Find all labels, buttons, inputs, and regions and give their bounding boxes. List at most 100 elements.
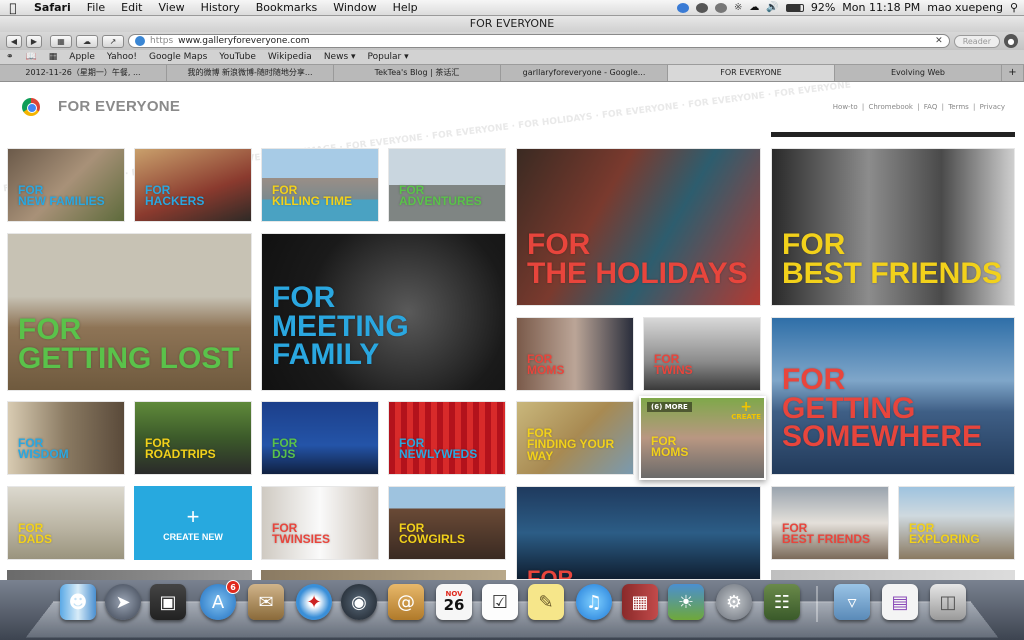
bookmark-google-maps[interactable]: Google Maps bbox=[149, 52, 207, 62]
time-machine-icon[interactable] bbox=[714, 2, 727, 13]
menu-view[interactable]: View bbox=[150, 1, 192, 14]
tab-google-search[interactable]: garllaryforeveryone - Google... bbox=[501, 65, 668, 81]
tile-city-night[interactable]: FOR bbox=[516, 486, 761, 580]
user-icon[interactable] bbox=[695, 2, 708, 13]
create-new-button[interactable]: + CREATE NEW bbox=[134, 486, 252, 560]
bookmarks-icon[interactable]: 📖 bbox=[26, 52, 37, 62]
tile-dads[interactable]: FOR DADS bbox=[7, 486, 125, 560]
bookmark-apple[interactable]: Apple bbox=[69, 52, 95, 62]
volume-icon[interactable]: 🔊 bbox=[766, 2, 778, 13]
tile-moms-1[interactable]: FOR MOMS bbox=[516, 317, 634, 391]
iphoto-icon[interactable]: ☀ bbox=[668, 584, 704, 620]
trash-icon[interactable]: ◫ bbox=[930, 584, 966, 620]
tile-hackers[interactable]: FOR HACKERS bbox=[134, 148, 252, 222]
apple-logo-icon[interactable]:  bbox=[0, 1, 26, 15]
wifi-icon[interactable]: ☁ bbox=[749, 2, 759, 13]
share-icon[interactable]: ↗ bbox=[102, 34, 124, 48]
forward-icon[interactable]: ▶ bbox=[26, 34, 42, 48]
bookmark-yahoo[interactable]: Yahoo! bbox=[107, 52, 137, 62]
tile-adventures[interactable]: FOR ADVENTURES bbox=[388, 148, 506, 222]
tile-holidays[interactable]: FOR THE HOLIDAYS bbox=[516, 148, 761, 306]
icloud-icon[interactable]: ☁ bbox=[76, 34, 98, 48]
tile-twinsies[interactable]: FOR TWINSIES bbox=[261, 486, 379, 560]
tab-tektea[interactable]: TekTea's Blog | 茶话汇 bbox=[334, 65, 501, 81]
tile-best-friends-large[interactable]: FOR BEST FRIENDS bbox=[771, 148, 1015, 306]
chrome-logo-icon[interactable] bbox=[22, 98, 40, 116]
tile-moms-2[interactable]: (6) MORE + CREATE FOR MOMS bbox=[639, 396, 766, 480]
menu-bookmarks[interactable]: Bookmarks bbox=[248, 1, 325, 14]
tab-evolving-web[interactable]: Evolving Web bbox=[835, 65, 1002, 81]
bookmark-youtube[interactable]: YouTube bbox=[219, 52, 256, 62]
tile-djs[interactable]: FOR DJS bbox=[261, 401, 379, 475]
more-count-label[interactable]: (6) MORE bbox=[647, 402, 692, 412]
nav-chromebook[interactable]: Chromebook bbox=[868, 103, 913, 111]
tile-newlyweds[interactable]: FOR NEWLYWEDS bbox=[388, 401, 506, 475]
create-button-mini[interactable]: + CREATE bbox=[731, 400, 761, 421]
tab-weibo[interactable]: 我的微博 新浪微博-随时随地分享... bbox=[167, 65, 334, 81]
contacts-icon[interactable]: @ bbox=[388, 584, 424, 620]
tile-new-families[interactable]: FOR NEW FAMILIES bbox=[7, 148, 125, 222]
mail-icon[interactable]: ✉ bbox=[248, 584, 284, 620]
tab-lunch[interactable]: 2012-11-26（星期一）午餐, ... bbox=[0, 65, 167, 81]
downloads-stack-icon[interactable]: ▿ bbox=[834, 584, 870, 620]
tile-cowgirls[interactable]: FOR COWGIRLS bbox=[388, 486, 506, 560]
tile-peek bbox=[7, 570, 252, 580]
back-icon[interactable]: ◀ bbox=[6, 34, 22, 48]
documents-stack-icon[interactable]: ▤ bbox=[882, 584, 918, 620]
site-title[interactable]: FOR EVERYONE bbox=[58, 98, 180, 115]
address-bar[interactable]: https www.galleryforeveryone.com ✕ bbox=[128, 34, 950, 48]
system-preferences-icon[interactable]: ⚙ bbox=[716, 584, 752, 620]
bluetooth-icon[interactable]: ※ bbox=[734, 2, 742, 13]
sidebar-icon[interactable]: ▦ bbox=[50, 34, 72, 48]
notes-icon[interactable]: ✎ bbox=[528, 584, 564, 620]
menu-file[interactable]: File bbox=[79, 1, 113, 14]
user-name[interactable]: mao xuepeng bbox=[927, 1, 1003, 14]
nav-privacy[interactable]: Privacy bbox=[980, 103, 1005, 111]
tile-killing-time[interactable]: FOR KILLING TIME bbox=[261, 148, 379, 222]
menu-history[interactable]: History bbox=[193, 1, 248, 14]
bookmark-news[interactable]: News ▾ bbox=[324, 52, 356, 62]
url-text[interactable]: www.galleryforeveryone.com bbox=[178, 36, 309, 46]
photo-stack-icon[interactable]: ▦ bbox=[622, 584, 658, 620]
menu-help[interactable]: Help bbox=[385, 1, 426, 14]
launchpad-icon[interactable]: ➤ bbox=[105, 584, 141, 620]
tile-roadtrips[interactable]: FOR ROADTRIPS bbox=[134, 401, 252, 475]
itunes-icon[interactable]: ♫ bbox=[576, 584, 612, 620]
tile-getting-lost[interactable]: FOR GETTING LOST bbox=[7, 233, 252, 391]
tab-for-everyone[interactable]: FOR EVERYONE bbox=[668, 65, 835, 81]
facetime-icon[interactable]: ◉ bbox=[341, 584, 377, 620]
reminders-icon[interactable]: ☑ bbox=[482, 584, 518, 620]
download-icon[interactable]: ● bbox=[1004, 34, 1018, 48]
tile-twins[interactable]: FOR TWINS bbox=[643, 317, 761, 391]
bookmark-wikipedia[interactable]: Wikipedia bbox=[268, 52, 312, 62]
tile-exploring[interactable]: FOR EXPLORING bbox=[898, 486, 1015, 560]
clear-icon[interactable]: ✕ bbox=[935, 36, 943, 46]
safari-icon[interactable]: ✦ bbox=[296, 584, 332, 620]
photo-booth-icon[interactable]: ▣ bbox=[150, 584, 186, 620]
tile-wisdom[interactable]: FOR WISDOM bbox=[7, 401, 125, 475]
nav-how-to[interactable]: How-to bbox=[833, 103, 858, 111]
nav-terms[interactable]: Terms bbox=[948, 103, 969, 111]
calendar-icon[interactable]: NOV 26 bbox=[436, 584, 472, 620]
reading-list-icon[interactable]: ⚭ bbox=[6, 52, 14, 62]
app-store-icon[interactable]: A 6 bbox=[200, 580, 240, 620]
sync-icon[interactable] bbox=[676, 2, 689, 13]
nav-faq[interactable]: FAQ bbox=[924, 103, 938, 111]
reader-button[interactable]: Reader bbox=[953, 34, 1000, 48]
dictionary-icon[interactable]: ☷ bbox=[764, 584, 800, 620]
battery-icon[interactable] bbox=[785, 3, 804, 12]
dock: ☻ ➤ ▣ A 6 ✉ ✦ ◉ @ NOV 26 ☑ ✎ ♫ ▦ ☀ ⚙ ☷ ▿… bbox=[0, 580, 1024, 640]
menu-window[interactable]: Window bbox=[325, 1, 384, 14]
top-sites-icon[interactable]: ▦ bbox=[49, 52, 58, 62]
spotlight-icon[interactable]: ⚲ bbox=[1010, 1, 1018, 14]
clock[interactable]: Mon 11:18 PM bbox=[842, 1, 920, 14]
bookmark-popular[interactable]: Popular ▾ bbox=[368, 52, 409, 62]
tile-meeting-family[interactable]: FOR MEETING FAMILY bbox=[261, 233, 506, 391]
tile-finding-your-way[interactable]: FOR FINDING YOUR WAY bbox=[516, 401, 634, 475]
tile-best-friends-small[interactable]: FOR BEST FRIENDS bbox=[771, 486, 889, 560]
menu-safari[interactable]: Safari bbox=[26, 1, 79, 14]
finder-icon[interactable]: ☻ bbox=[60, 584, 96, 620]
menu-edit[interactable]: Edit bbox=[113, 1, 150, 14]
tile-getting-somewhere[interactable]: FOR GETTING SOMEWHERE bbox=[771, 317, 1015, 475]
new-tab-button[interactable]: + bbox=[1002, 65, 1024, 81]
